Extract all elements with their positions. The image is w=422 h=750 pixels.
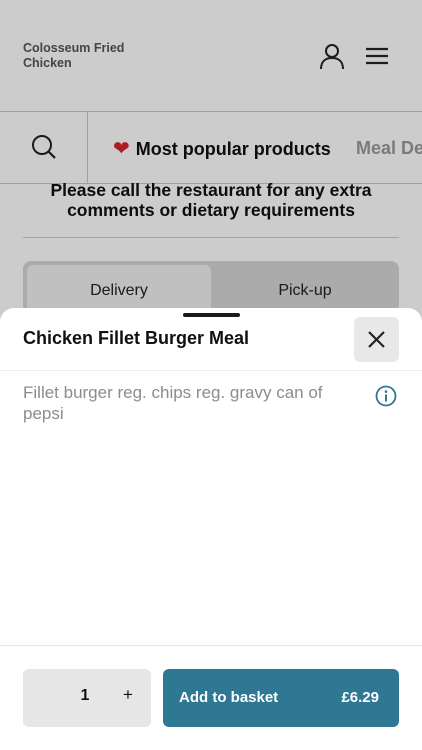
quantity-value: 1 — [80, 687, 90, 704]
quantity-stepper: 1 + — [23, 669, 151, 727]
product-description: Fillet burger reg. chips reg. gravy can … — [23, 383, 323, 423]
divider — [0, 645, 422, 646]
sheet-drag-handle[interactable] — [183, 313, 240, 317]
close-button[interactable] — [354, 317, 399, 362]
close-icon — [368, 331, 385, 348]
add-to-basket-label: Add to basket — [179, 689, 279, 706]
divider — [0, 370, 422, 371]
product-bottom-sheet: Chicken Fillet Burger Meal Fillet burger… — [0, 308, 422, 750]
info-icon[interactable] — [375, 385, 397, 407]
plus-icon[interactable]: + — [117, 685, 139, 709]
price-label: £6.29 — [341, 689, 379, 706]
add-to-basket-button[interactable]: Add to basket £6.29 — [163, 669, 399, 727]
product-title: Chicken Fillet Burger Meal — [23, 328, 250, 348]
